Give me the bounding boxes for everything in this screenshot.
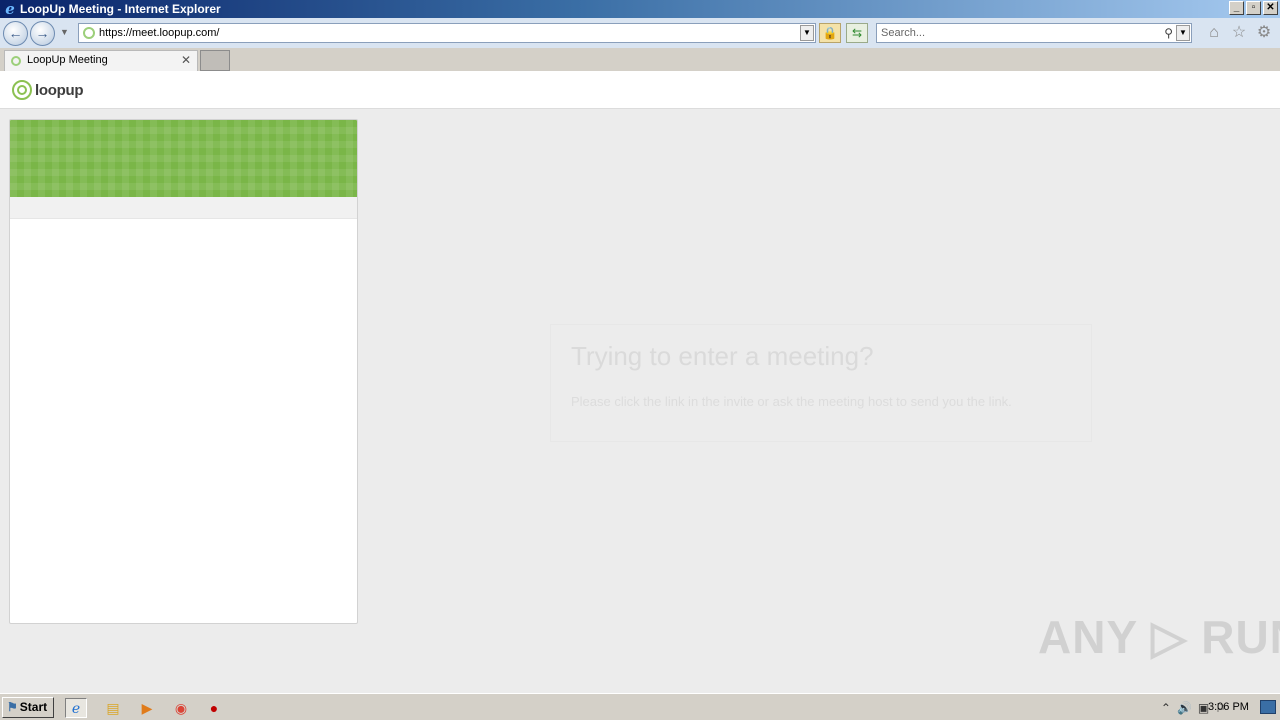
loopup-logo-icon (12, 80, 32, 100)
search-input[interactable]: Search... ⚲ ▼ (876, 23, 1192, 43)
page-header: loopup (0, 71, 1280, 109)
window-controls: _ ▫ ✕ (1229, 1, 1278, 15)
address-dropdown-button[interactable]: ▼ (800, 25, 814, 41)
search-icon[interactable]: ⚲ (1164, 24, 1173, 42)
forward-button[interactable]: → (30, 21, 55, 46)
new-tab-button[interactable] (200, 50, 230, 71)
search-placeholder: Search... (881, 27, 926, 39)
chrome-icon[interactable]: ◉ (170, 698, 192, 718)
logo-text: loopup (35, 81, 84, 99)
start-label: Start (19, 700, 48, 714)
loopup-logo[interactable]: loopup (12, 80, 83, 100)
internet-explorer-icon: e (5, 0, 15, 18)
close-button[interactable]: ✕ (1263, 1, 1278, 15)
ie-taskbar-icon[interactable]: e (65, 698, 87, 718)
message-card: Trying to enter a meeting? Please click … (550, 324, 1092, 442)
page-favicon-icon (83, 27, 95, 39)
recent-pages-dropdown[interactable]: ▼ (60, 27, 69, 37)
anyrun-watermark: ANY ▷ RUN (1038, 611, 1280, 663)
search-dropdown-button[interactable]: ▼ (1176, 25, 1190, 41)
explorer-folder-icon[interactable]: ▤ (102, 698, 124, 718)
green-banner (10, 120, 357, 197)
tab-favicon-icon (11, 56, 21, 66)
lock-icon[interactable]: 🔒 (819, 23, 841, 43)
home-icon[interactable]: ⌂ (1205, 24, 1223, 42)
show-desktop-icon[interactable] (1260, 700, 1276, 714)
tab-label: LoopUp Meeting (27, 54, 108, 66)
window-title: LoopUp Meeting - Internet Explorer (20, 2, 221, 16)
media-player-icon[interactable]: ▶ (136, 698, 158, 718)
address-url: https://meet.loopup.com/ (99, 27, 220, 39)
settings-gear-icon[interactable]: ⚙ (1255, 24, 1273, 42)
stop-icon[interactable]: ● (203, 698, 225, 718)
tab-bar: LoopUp Meeting ✕ (0, 48, 1280, 71)
close-tab-icon[interactable]: ✕ (181, 51, 191, 70)
minimize-button[interactable]: _ (1229, 1, 1244, 15)
taskbar: ⚑ Start e ▤ ▶ ◉ ● ⌃ 🔊 ▣ ⚐ 3:06 PM (0, 693, 1280, 720)
restore-button[interactable]: ▫ (1246, 1, 1261, 15)
tab-loopup-meeting[interactable]: LoopUp Meeting ✕ (4, 50, 198, 71)
window-titlebar: e LoopUp Meeting - Internet Explorer _ ▫… (0, 0, 1280, 18)
message-subtitle: Please click the link in the invite or a… (571, 394, 1012, 409)
favorites-star-icon[interactable]: ☆ (1230, 24, 1248, 42)
navigation-bar: ← → ▼ https://meet.loopup.com/ ▼ 🔒 ⇆ Sea… (0, 18, 1280, 48)
start-button[interactable]: ⚑ Start (2, 697, 54, 718)
taskbar-clock[interactable]: 3:06 PM (1208, 701, 1249, 713)
volume-icon[interactable]: 🔊 (1177, 701, 1192, 715)
left-panel (9, 119, 358, 624)
message-title: Trying to enter a meeting? (571, 341, 874, 371)
windows-flag-icon: ⚑ (7, 700, 18, 714)
address-bar[interactable]: https://meet.loopup.com/ ▼ (78, 23, 816, 43)
back-button[interactable]: ← (3, 21, 28, 46)
refresh-icon[interactable]: ⇆ (846, 23, 868, 43)
panel-strip (10, 197, 357, 219)
tray-expand-icon[interactable]: ⌃ (1161, 701, 1171, 715)
